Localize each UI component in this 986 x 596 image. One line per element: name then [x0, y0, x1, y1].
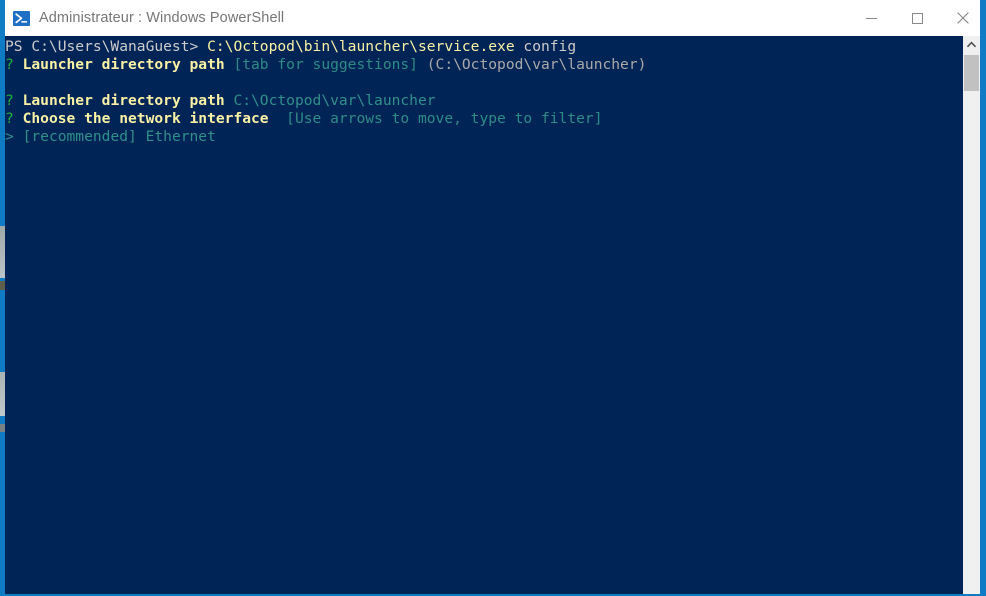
window-titlebar[interactable]: Administrateur : Windows PowerShell — [0, 0, 986, 36]
line-choice-ethernet: > [recommended] Ethernet — [5, 128, 945, 146]
line-prompt-launcher-path: ? Launcher directory path [tab for sugge… — [5, 56, 945, 74]
console-text-segment: Launcher directory path — [13, 56, 234, 73]
console-text-segment: ? — [5, 110, 14, 127]
minimize-button[interactable] — [848, 0, 894, 36]
terminal-surface[interactable]: PS C:\Users\WanaGuest> C:\Octopod\bin\la… — [5, 36, 980, 594]
chevron-up-icon — [967, 41, 976, 48]
console-text-segment: > — [5, 128, 14, 145]
powershell-window: Administrateur : Windows PowerShell PS C… — [0, 0, 986, 596]
console-text-segment: PS C:\Users\WanaGuest> — [5, 38, 199, 55]
window-controls — [848, 0, 986, 36]
console-text-segment — [198, 38, 207, 55]
console-text-segment: [tab for suggestions] — [233, 56, 418, 73]
window-border-left — [0, 0, 5, 596]
console-text-segment: C:\Octopod\var\launcher — [233, 92, 436, 109]
edge-artifact — [0, 281, 5, 290]
line-command: PS C:\Users\WanaGuest> C:\Octopod\bin\la… — [5, 38, 945, 56]
console-text-segment: [recommended] Ethernet — [13, 128, 216, 145]
line-answer-launcher-path: ? Launcher directory path C:\Octopod\var… — [5, 92, 945, 110]
powershell-icon — [13, 10, 30, 27]
console-text-segment: Choose the network interface — [13, 110, 278, 127]
console-text-segment: ? — [5, 56, 14, 73]
console-text-segment: config — [514, 38, 577, 55]
console-text-segment: (C:\Octopod\var\launcher) — [417, 56, 647, 73]
console-text-segment: C:\Octopod\bin\launcher\service.exe — [207, 38, 515, 55]
minimize-icon — [865, 17, 877, 19]
console-text-segment: ? — [5, 92, 14, 109]
scrollbar-thumb[interactable] — [964, 55, 979, 91]
window-border-right — [980, 0, 986, 596]
line-blank-1 — [5, 74, 945, 92]
close-icon — [957, 12, 969, 24]
line-prompt-network-interface: ? Choose the network interface [Use arro… — [5, 110, 945, 128]
maximize-button[interactable] — [894, 0, 940, 36]
edge-artifact — [0, 424, 5, 432]
edge-artifact — [0, 372, 5, 416]
console-text-segment: Launcher directory path — [13, 92, 234, 109]
terminal-scrollbar[interactable] — [963, 36, 980, 594]
scrollbar-up-button[interactable] — [963, 36, 980, 53]
maximize-icon — [911, 12, 923, 24]
window-title: Administrateur : Windows PowerShell — [39, 10, 285, 26]
console-text-segment: [Use arrows to move, type to filter] — [277, 110, 603, 127]
console-output: PS C:\Users\WanaGuest> C:\Octopod\bin\la… — [5, 38, 945, 146]
edge-artifact — [0, 226, 5, 278]
